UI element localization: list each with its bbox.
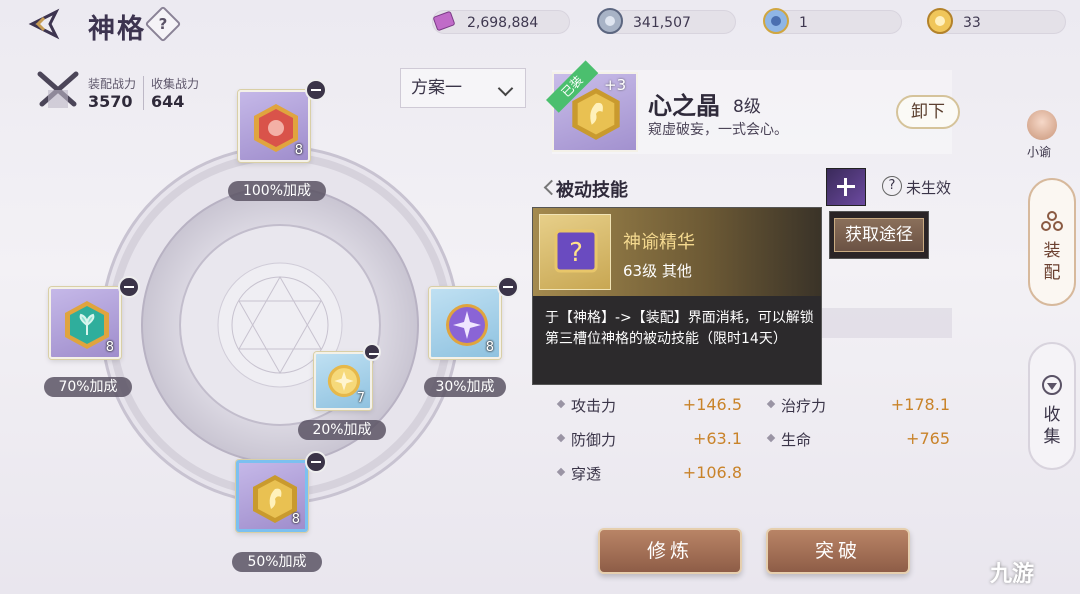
bullet-icon (556, 467, 566, 477)
plan-selected: 方案一 (411, 78, 462, 98)
watermark: 九游 (990, 562, 1035, 587)
tab-collect-label: 收集 (1043, 405, 1061, 447)
stat-label: 生命 (781, 431, 812, 449)
resource-blue-token[interactable]: 1 (763, 8, 902, 34)
resource-value: 341,507 (633, 15, 691, 31)
red-wolf-gem-icon (254, 104, 298, 152)
question-icon[interactable]: ? (882, 176, 902, 196)
slot-bonus: 50%加成 (232, 552, 322, 572)
cultivate-button[interactable]: 修炼 (598, 528, 742, 574)
tab-collect[interactable]: 收集 (1028, 342, 1076, 470)
section-passive-skill: 被动技能 (556, 180, 628, 201)
skill-scroll-icon[interactable] (826, 168, 866, 206)
resource-value: 33 (963, 15, 981, 31)
obtain-button[interactable]: 获取途径 (834, 218, 924, 252)
purple-crystal-icon (433, 11, 455, 31)
slot-left[interactable]: 8 (49, 287, 121, 359)
equip-tab-icon (1041, 211, 1063, 231)
plan-dropdown[interactable]: 方案一 (400, 68, 526, 108)
slot-level: 7 (356, 391, 365, 406)
item-name: 心之晶 (648, 92, 720, 120)
help-icon[interactable]: ? (144, 5, 182, 43)
slot-level: 8 (105, 340, 114, 355)
crossed-swords-icon (37, 71, 79, 108)
item-level: 8级 (733, 97, 761, 117)
resource-coin[interactable]: 341,507 (597, 8, 736, 34)
slot-bottom[interactable]: 8 (236, 460, 308, 532)
resource-value: 1 (799, 15, 808, 31)
gold-crystal-gem-icon (572, 88, 620, 140)
item-tooltip: ? 神谕精华 63级 其他 于【神格】->【装配】界面消耗，可以解锁第三槽位神格… (532, 207, 822, 385)
slot-bonus: 20%加成 (298, 420, 386, 440)
slot-bonus: 30%加成 (424, 377, 506, 397)
avatar[interactable] (1027, 110, 1057, 140)
bullet-icon (556, 399, 566, 409)
stat-value: +178.1 (890, 395, 950, 414)
resource-crystal[interactable]: 2,698,884 (432, 10, 570, 34)
bullet-icon (766, 399, 776, 409)
tooltip-description: 于【神格】->【装配】界面消耗，可以解锁第三槽位神格的被动技能（限时14天） (545, 310, 814, 347)
tab-equip-label: 装配 (1043, 241, 1061, 283)
tooltip-header: ? 神谕精华 63级 其他 (533, 208, 821, 296)
divider (143, 76, 144, 110)
obtain-panel: 获取途径 (829, 211, 929, 259)
remove-slot-right-icon[interactable] (497, 276, 519, 298)
resource-gold-token[interactable]: 33 (927, 8, 1066, 34)
blue-token-icon (763, 8, 789, 34)
top-bar: 神格 ? 2,698,884 341,507 1 33 (0, 0, 1080, 46)
silver-coin-icon (597, 8, 623, 34)
stat-value: +146.5 (682, 395, 742, 414)
skill-status: 未生效 (906, 179, 952, 197)
resource-value: 2,698,884 (467, 15, 539, 31)
slot-bonus: 70%加成 (44, 377, 132, 397)
slot-bonus: 100%加成 (228, 181, 326, 201)
stat-label: 防御力 (571, 431, 617, 449)
chevron-down-icon (497, 80, 514, 97)
tooltip-item-name: 神谕精华 (623, 232, 695, 253)
slot-inner[interactable]: 7 (314, 352, 372, 410)
remove-slot-left-icon[interactable] (118, 276, 140, 298)
remove-slot-inner-icon[interactable] (363, 343, 381, 361)
breakthrough-button[interactable]: 突破 (766, 528, 910, 574)
green-leaf-gem-icon (65, 301, 109, 349)
stat-value: +63.1 (692, 429, 742, 448)
enhance-level: +3 (604, 76, 627, 94)
purple-star-gem-icon (446, 304, 488, 346)
equip-power-value: 3570 (88, 92, 133, 111)
remove-slot-bottom-icon[interactable] (305, 451, 327, 473)
gold-token-icon (927, 8, 953, 34)
item-description: 窥虚破妄，一式会心。 (648, 122, 788, 138)
page-title: 神格 (88, 14, 146, 45)
slot-level: 8 (294, 143, 303, 158)
slot-level: 8 (291, 512, 300, 527)
stat-label: 攻击力 (571, 397, 617, 415)
svg-text:?: ? (569, 238, 583, 268)
bullet-icon (556, 433, 566, 443)
stat-value: +765 (906, 429, 950, 448)
tooltip-item-sub: 63级 其他 (623, 262, 692, 280)
oracle-scroll-icon: ? (539, 214, 611, 290)
back-icon[interactable] (24, 8, 64, 40)
collect-power-value: 644 (151, 92, 185, 111)
slot-right[interactable]: 8 (429, 287, 501, 359)
avatar-label: 小谕 (1027, 145, 1052, 159)
equip-power-label: 装配战力 (88, 77, 137, 91)
remove-slot-top-icon[interactable] (305, 79, 327, 101)
stat-value: +106.8 (682, 463, 742, 482)
stat-label: 治疗力 (781, 397, 827, 415)
slot-top[interactable]: 8 (238, 90, 310, 162)
bullet-icon (766, 433, 776, 443)
unequip-button[interactable]: 卸下 (896, 95, 960, 129)
collect-tab-icon (1042, 375, 1062, 395)
stat-label: 穿透 (571, 465, 602, 483)
slot-level: 8 (485, 340, 494, 355)
collect-power-label: 收集战力 (151, 77, 200, 91)
tab-equip[interactable]: 装配 (1028, 178, 1076, 306)
